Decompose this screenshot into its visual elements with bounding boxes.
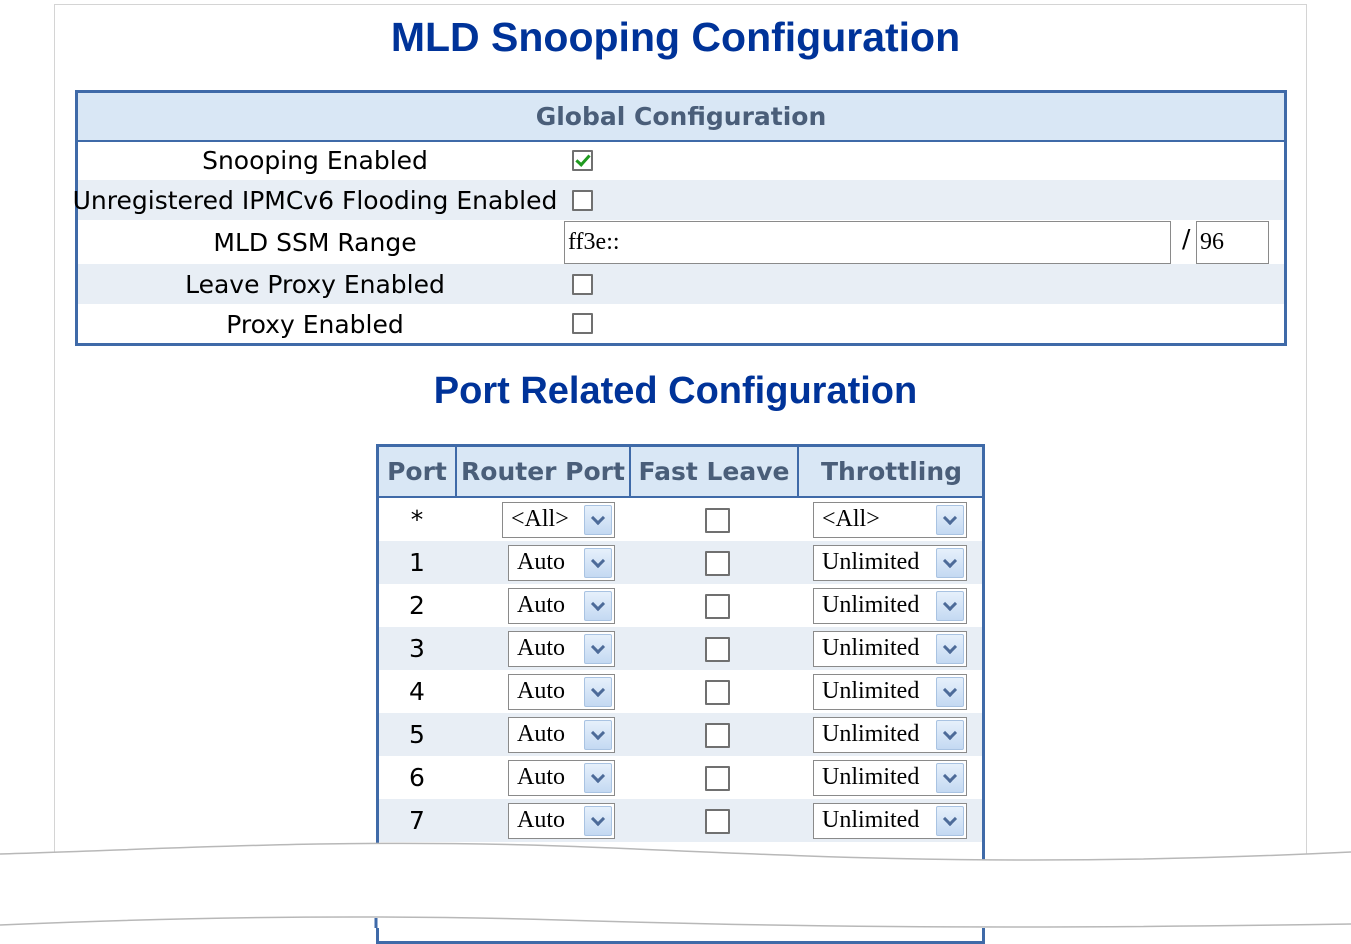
router-port-value: Auto — [517, 635, 565, 661]
chevron-down-icon — [936, 591, 964, 621]
ssm-range-prefix-input[interactable]: 96 — [1196, 221, 1269, 264]
fast-leave-checkbox[interactable] — [705, 766, 730, 791]
chevron-down-icon — [584, 505, 612, 535]
router-port-value: Auto — [517, 678, 565, 704]
router-port-value: Auto — [517, 592, 565, 618]
mld-ssm-range-row: MLD SSM Range ff3e:: 96 — [78, 220, 1284, 264]
table-row: 4 Auto Unlimited — [379, 670, 982, 713]
port-section-title: Port Related Configuration — [433, 370, 918, 412]
unregistered-flooding-label: Unregistered IPMCv6 Flooding Enabled — [72, 185, 558, 215]
port-column-header: Port — [387, 457, 447, 486]
router-port-value: Auto — [517, 549, 565, 575]
proxy-enabled-label: Proxy Enabled — [226, 309, 404, 339]
torn-page-edge — [0, 842, 1351, 928]
throttling-select[interactable]: Unlimited — [813, 674, 967, 710]
proxy-enabled-row: Proxy Enabled — [78, 304, 1284, 344]
fast-leave-checkbox[interactable] — [705, 637, 730, 662]
snooping-enabled-label: Snooping Enabled — [202, 145, 428, 175]
leave-proxy-label: Leave Proxy Enabled — [185, 269, 445, 299]
unregistered-flooding-checkbox[interactable] — [572, 190, 593, 211]
router-port-select[interactable]: Auto — [508, 674, 615, 710]
fast-leave-column-header: Fast Leave — [629, 447, 797, 496]
router-port-select[interactable]: Auto — [508, 545, 615, 581]
throttling-select[interactable]: <All> — [813, 502, 967, 538]
chevron-down-icon — [936, 634, 964, 664]
throttling-select[interactable]: Unlimited — [813, 631, 967, 667]
port-number: 4 — [409, 677, 425, 706]
throttling-value: Unlimited — [822, 721, 920, 747]
throttling-value: Unlimited — [822, 678, 920, 704]
chevron-down-icon — [584, 591, 612, 621]
router-port-column-header: Router Port — [455, 447, 629, 496]
table-row: 1 Auto Unlimited — [379, 541, 982, 584]
throttling-value: Unlimited — [822, 549, 920, 575]
port-number: 6 — [409, 763, 425, 792]
mld-ssm-range-label: MLD SSM Range — [213, 227, 417, 257]
page-title: MLD Snooping Configuration — [390, 14, 961, 60]
global-configuration-header: Global Configuration — [78, 93, 1284, 142]
throttling-value: <All> — [822, 506, 880, 532]
table-row: 2 Auto Unlimited — [379, 584, 982, 627]
throttling-column-header: Throttling — [797, 447, 984, 496]
port-number: 3 — [409, 634, 425, 663]
chevron-down-icon — [584, 677, 612, 707]
router-port-select[interactable]: Auto — [508, 588, 615, 624]
global-configuration-table: Global Configuration Snooping Enabled Un… — [72, 90, 1287, 346]
chevron-down-icon — [584, 634, 612, 664]
chevron-down-icon — [584, 763, 612, 793]
chevron-down-icon — [936, 505, 964, 535]
router-port-select[interactable]: Auto — [508, 631, 615, 667]
port-number: 5 — [409, 720, 425, 749]
fast-leave-checkbox[interactable] — [705, 723, 730, 748]
fast-leave-checkbox[interactable] — [705, 551, 730, 576]
router-port-value: <All> — [511, 506, 569, 532]
throttling-value: Unlimited — [822, 592, 920, 618]
chevron-down-icon — [936, 677, 964, 707]
table-row: * <All> <All> — [379, 498, 982, 541]
ssm-range-separator: / — [1182, 224, 1191, 253]
fast-leave-checkbox[interactable] — [705, 508, 730, 533]
throttling-value: Unlimited — [822, 764, 920, 790]
snooping-enabled-row: Snooping Enabled — [78, 140, 1284, 180]
fast-leave-checkbox[interactable] — [705, 594, 730, 619]
router-port-value: Auto — [517, 764, 565, 790]
snooping-enabled-checkbox[interactable] — [572, 150, 593, 171]
router-port-value: Auto — [517, 721, 565, 747]
port-number: 2 — [409, 591, 425, 620]
port-number: * — [410, 505, 424, 534]
router-port-select[interactable]: <All> — [502, 502, 615, 538]
chevron-down-icon — [584, 720, 612, 750]
chevron-down-icon — [936, 548, 964, 578]
leave-proxy-row: Leave Proxy Enabled — [78, 264, 1284, 304]
table-row: 5 Auto Unlimited — [379, 713, 982, 756]
throttling-select[interactable]: Unlimited — [813, 717, 967, 753]
unregistered-flooding-row: Unregistered IPMCv6 Flooding Enabled — [72, 180, 1284, 220]
chevron-down-icon — [936, 720, 964, 750]
throttling-value: Unlimited — [822, 635, 920, 661]
throttling-select[interactable]: Unlimited — [813, 760, 967, 796]
router-port-select[interactable]: Auto — [508, 760, 615, 796]
ssm-range-address-input[interactable]: ff3e:: — [564, 221, 1171, 264]
chevron-down-icon — [584, 548, 612, 578]
port-table-header: Port Router Port Fast Leave Throttling — [379, 447, 982, 498]
table-row: 6 Auto Unlimited — [379, 756, 982, 799]
throttling-select[interactable]: Unlimited — [813, 545, 967, 581]
throttling-select[interactable]: Unlimited — [813, 588, 967, 624]
proxy-enabled-checkbox[interactable] — [572, 313, 593, 334]
table-row: 3 Auto Unlimited — [379, 627, 982, 670]
chevron-down-icon — [936, 763, 964, 793]
fast-leave-checkbox[interactable] — [705, 680, 730, 705]
port-number: 1 — [409, 548, 425, 577]
router-port-select[interactable]: Auto — [508, 717, 615, 753]
leave-proxy-checkbox[interactable] — [572, 274, 593, 295]
